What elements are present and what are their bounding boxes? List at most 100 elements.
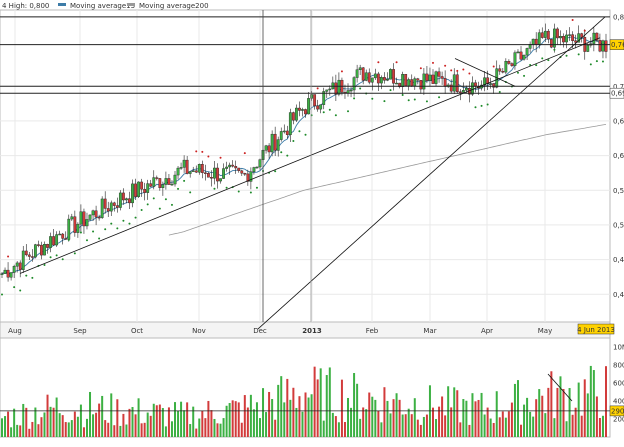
candle-body	[106, 208, 110, 212]
volume-bar	[504, 417, 507, 437]
volume-bar	[186, 402, 189, 437]
candle-body	[422, 73, 426, 90]
volume-bar	[210, 410, 213, 437]
candle-body	[115, 205, 119, 208]
candle-body	[18, 262, 22, 270]
sar-dot	[340, 70, 343, 73]
candle-body	[549, 39, 553, 48]
candle-body	[49, 236, 52, 248]
volume-bar	[501, 411, 504, 437]
x-tick-label: Oct	[131, 327, 143, 335]
volume-bar	[170, 421, 173, 437]
candle-body	[276, 139, 280, 151]
volume-bar	[304, 392, 307, 437]
sar-dot	[177, 187, 180, 190]
candle-body	[240, 170, 244, 174]
candle-body	[437, 71, 441, 77]
volume-bar	[113, 425, 116, 437]
candle-body	[516, 51, 520, 54]
sar-dot	[1, 293, 3, 296]
candle-body	[413, 78, 417, 87]
candle-body	[258, 159, 262, 168]
candle-body	[12, 266, 16, 273]
volume-bar	[116, 399, 119, 437]
sar-dot	[468, 72, 471, 75]
sar-dot	[19, 289, 22, 292]
candle-body	[586, 45, 590, 52]
candle-body	[179, 167, 183, 169]
sar-dot	[134, 216, 137, 219]
x-tick-label: Mar	[423, 327, 436, 335]
volume-bar	[25, 407, 28, 437]
volume-bar	[483, 414, 486, 437]
candle-body	[513, 52, 517, 66]
y-tick-label: 0,55	[613, 187, 624, 195]
sar-dot	[104, 228, 107, 231]
candle-body	[510, 63, 514, 66]
sar-dot	[353, 97, 356, 100]
volume-bar	[425, 414, 428, 437]
volume-bar	[313, 366, 316, 437]
volume-bar	[444, 415, 447, 437]
legend-ma200-label: Moving average200	[139, 2, 209, 10]
sar-dot	[67, 238, 70, 241]
volume-bar	[374, 399, 377, 437]
volume-bar	[368, 392, 371, 437]
sar-dot	[486, 103, 489, 106]
volume-bar	[58, 413, 61, 437]
sar-dot	[553, 48, 556, 51]
candle-body	[304, 109, 307, 115]
volume-bar	[377, 410, 380, 437]
sar-dot	[164, 198, 167, 201]
volume-bar	[107, 422, 110, 437]
volume-bar	[456, 390, 459, 437]
sar-dot	[43, 264, 46, 267]
volume-bar	[55, 397, 58, 437]
volume-bar	[85, 418, 88, 437]
sar-dot	[480, 104, 483, 107]
volume-bar	[7, 411, 10, 437]
candle-body	[295, 107, 298, 121]
volume-bar	[407, 408, 410, 437]
volume-bar	[526, 397, 529, 437]
candle-body	[355, 69, 359, 78]
candle-body	[58, 233, 62, 236]
candle-body	[559, 36, 562, 39]
candle-body	[389, 69, 392, 80]
candle-body	[407, 79, 411, 86]
volume-bar	[337, 422, 340, 437]
sar-dot	[523, 74, 526, 77]
volume-tick-label: 600	[613, 380, 624, 388]
volume-bar	[158, 404, 161, 437]
volume-bar	[316, 379, 319, 437]
sar-dot	[462, 68, 465, 71]
candle-body	[88, 214, 92, 220]
volume-bar	[225, 405, 228, 437]
volume-bar	[404, 414, 407, 437]
x-tick-label: Sep	[73, 327, 87, 335]
candle-body	[30, 256, 34, 258]
candle-body	[85, 219, 89, 227]
sar-dot	[243, 152, 246, 155]
candle-body	[316, 105, 320, 110]
volume-bar	[422, 416, 425, 437]
candle-body	[82, 211, 86, 227]
legend-ma13-label: Moving average13	[70, 2, 135, 10]
volume-bar	[350, 407, 353, 437]
candle-body	[489, 83, 493, 85]
candle-body	[43, 244, 46, 256]
candle-body	[352, 77, 356, 91]
sar-dot	[79, 231, 82, 234]
y-tick-label: 0,6	[613, 152, 624, 160]
y-tick-label: 0,45	[613, 256, 624, 264]
volume-bar	[398, 399, 401, 437]
candle-body	[410, 79, 414, 87]
volume-bar	[589, 365, 592, 437]
sar-dot	[170, 203, 173, 206]
volume-bar	[562, 388, 565, 437]
candle-body	[288, 112, 292, 135]
volume-bar	[462, 399, 465, 437]
sar-dot	[195, 150, 198, 153]
volume-bar	[125, 424, 128, 437]
volume-bar	[95, 412, 98, 437]
